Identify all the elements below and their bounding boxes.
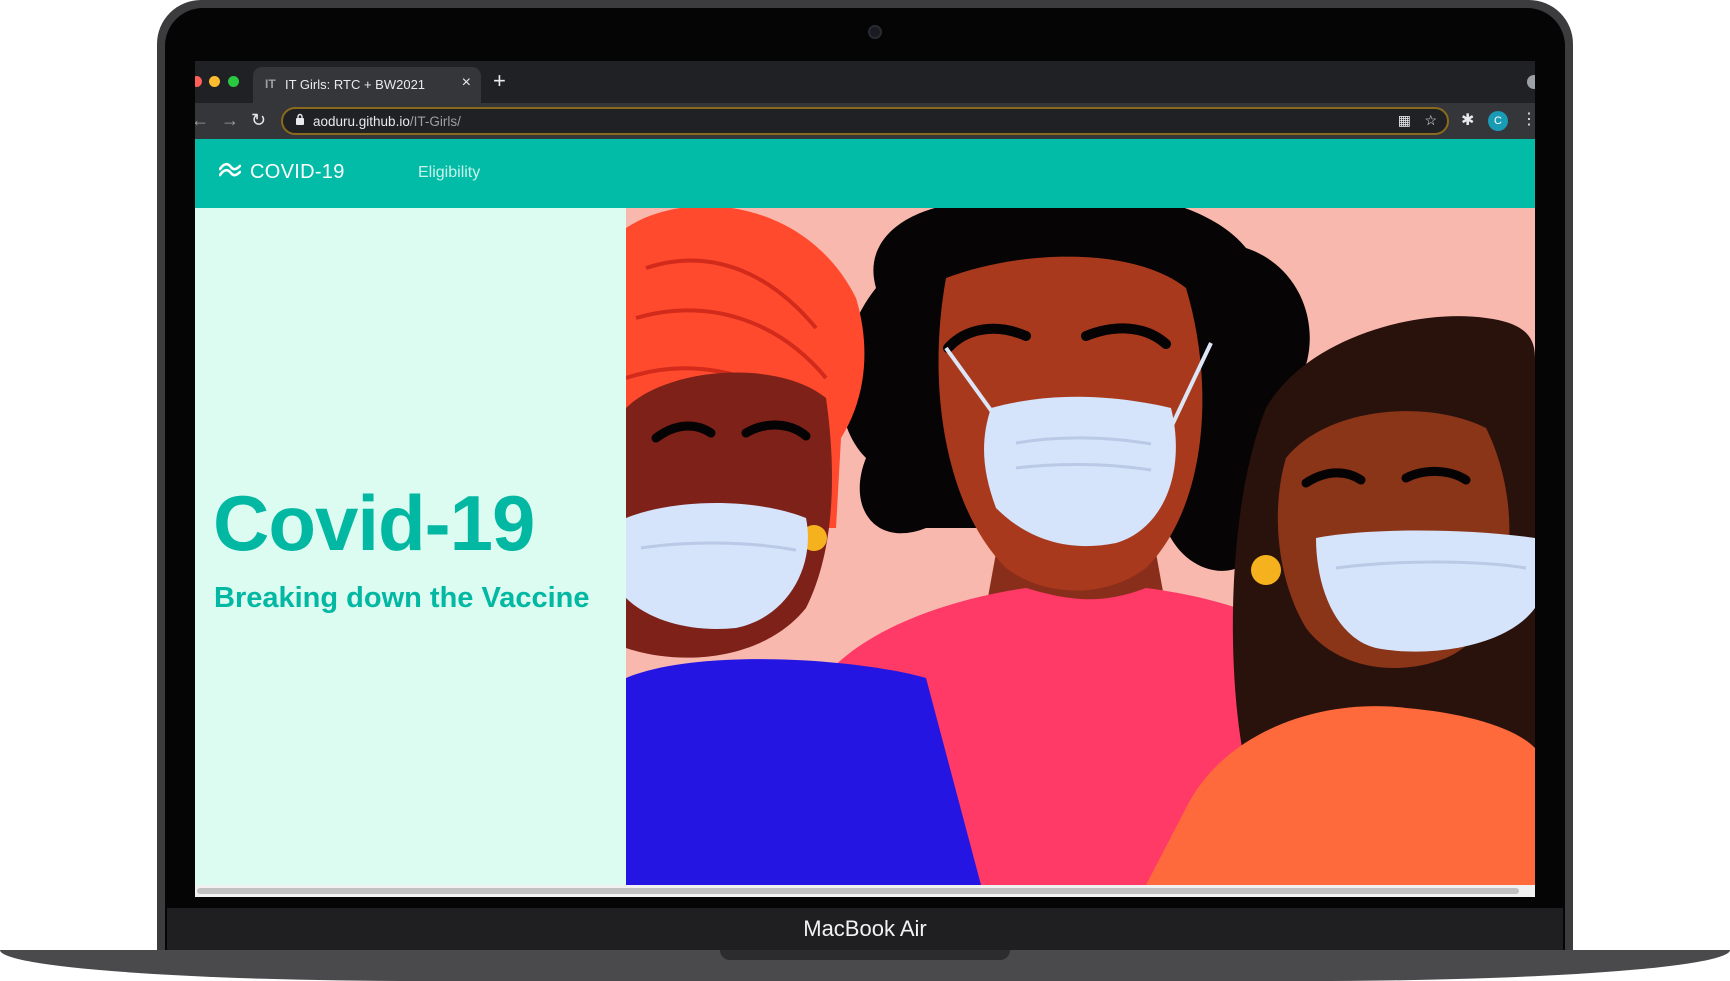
- browser-toolbar: ← → ↻ aoduru.github.io/IT-Girls/ ▦ ☆ ✱ C…: [195, 103, 1535, 139]
- back-arrow-icon[interactable]: ←: [195, 109, 209, 131]
- scrollbar-thumb[interactable]: [197, 888, 1519, 894]
- url-host: aoduru.github.io: [313, 114, 410, 129]
- site-navbar: COVID-19 Eligibility: [195, 139, 1535, 208]
- lock-icon[interactable]: [295, 113, 305, 128]
- hero-text-panel: Covid-19 Breaking down the Vaccine: [195, 208, 626, 885]
- laptop-base-notch: [720, 950, 1010, 960]
- device-label: MacBook Air: [803, 916, 927, 941]
- qr-code-icon[interactable]: ▦: [1398, 112, 1411, 129]
- tab-favicon-icon: IT: [265, 77, 276, 91]
- bookmark-star-icon[interactable]: ☆: [1424, 112, 1437, 129]
- window-zoom-button[interactable]: [228, 76, 239, 87]
- window-minimize-button[interactable]: [209, 76, 220, 87]
- profile-avatar[interactable]: C: [1488, 111, 1508, 131]
- tab-close-icon[interactable]: ×: [462, 74, 471, 92]
- browser-menu-icon[interactable]: ⋮: [1521, 109, 1535, 129]
- webcam-icon: [868, 25, 882, 39]
- new-tab-button[interactable]: +: [493, 69, 506, 93]
- tab-search-icon[interactable]: [1527, 75, 1535, 89]
- laptop-chin: MacBook Air: [167, 908, 1563, 950]
- url-path: /IT-Girls/: [409, 114, 461, 129]
- hero-illustration: [626, 208, 1535, 885]
- brand-wave-icon: [219, 162, 241, 177]
- hero-title: Covid-19: [213, 479, 535, 567]
- address-bar[interactable]: aoduru.github.io/IT-Girls/ ▦ ☆: [281, 107, 1449, 135]
- extensions-puzzle-icon[interactable]: ✱: [1461, 110, 1474, 130]
- web-page: COVID-19 Eligibility Covid-19 Breaking d…: [195, 139, 1535, 897]
- nav-link-eligibility[interactable]: Eligibility: [418, 164, 480, 182]
- site-brand[interactable]: COVID-19: [250, 161, 345, 184]
- window-close-button[interactable]: [195, 76, 202, 87]
- laptop-screen: IT IT Girls: RTC + BW2021 × + ← → ↻ aodu…: [195, 61, 1535, 897]
- tab-strip: IT IT Girls: RTC + BW2021 × +: [195, 61, 1535, 103]
- hero-subtitle: Breaking down the Vaccine: [214, 582, 590, 614]
- reload-icon[interactable]: ↻: [251, 109, 266, 131]
- url-text: aoduru.github.io/IT-Girls/: [313, 114, 461, 129]
- browser-tab-active[interactable]: IT IT Girls: RTC + BW2021 ×: [253, 67, 481, 103]
- tab-title: IT Girls: RTC + BW2021: [285, 77, 426, 92]
- horizontal-scrollbar[interactable]: [195, 885, 1535, 897]
- forward-arrow-icon[interactable]: →: [221, 109, 239, 131]
- masked-people-illustration: [626, 208, 1535, 885]
